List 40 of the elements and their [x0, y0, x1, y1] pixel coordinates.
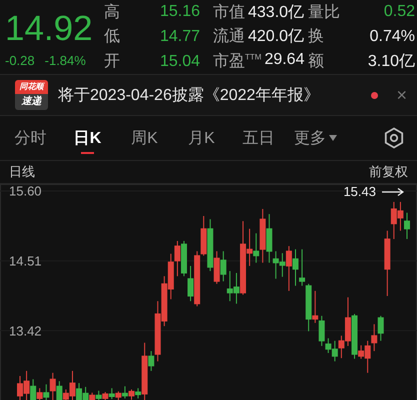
- stat-value: 0.74%: [368, 28, 416, 46]
- stat-label: 市盈$^{TTM}$: [213, 52, 262, 72]
- period-tab[interactable]: 日K: [59, 120, 116, 156]
- stat-label: 低: [104, 27, 121, 47]
- stat-value: 29.64: [264, 51, 304, 70]
- stat-label: 高: [104, 2, 121, 22]
- close-button[interactable]: ×: [396, 84, 407, 106]
- stat-label: 换: [308, 27, 325, 47]
- axis-label: 13.42: [9, 323, 42, 338]
- stat-label: 流通: [213, 26, 245, 47]
- chart-title: 日线: [9, 163, 35, 181]
- period-tab[interactable]: 五日: [230, 120, 287, 156]
- stat-label: 量比: [308, 2, 341, 22]
- stat-label: 市值: [213, 2, 245, 22]
- percent-change: -1.84%: [44, 52, 86, 68]
- stat-label: 额: [308, 52, 325, 72]
- period-tab[interactable]: 月K: [173, 120, 230, 156]
- stat-value: 3.10亿: [366, 52, 416, 72]
- adjustment-label[interactable]: 前复权: [369, 163, 408, 181]
- settings-icon[interactable]: [383, 127, 405, 149]
- axis-label: 14.51: [9, 253, 42, 268]
- stock-price: 14.92: [5, 8, 94, 48]
- price-change: -0.28: [5, 52, 35, 68]
- stat-value: 433.0亿: [248, 2, 304, 22]
- stat-value: 14.77: [158, 28, 200, 46]
- stat-value: 15.16: [158, 3, 200, 21]
- period-tab[interactable]: 更多: [287, 120, 344, 156]
- stat-label: 开: [104, 52, 121, 72]
- period-tab[interactable]: 分时: [2, 120, 59, 156]
- logo-text: 速递: [15, 94, 48, 110]
- stat-value: 0.52: [382, 3, 416, 21]
- notice-text[interactable]: 将于2023-04-26披露《2022年年报》: [58, 84, 372, 106]
- high-price-label: 15.43: [343, 184, 376, 199]
- axis-label: 15.60: [9, 184, 42, 199]
- logo-text: 同花顺: [15, 80, 48, 94]
- caret-icon: [329, 135, 337, 141]
- stat-value: 420.0亿: [248, 27, 304, 47]
- arrow-icon: [382, 188, 404, 196]
- period-tab[interactable]: 周K: [116, 120, 173, 156]
- stat-value: 15.04: [158, 52, 200, 70]
